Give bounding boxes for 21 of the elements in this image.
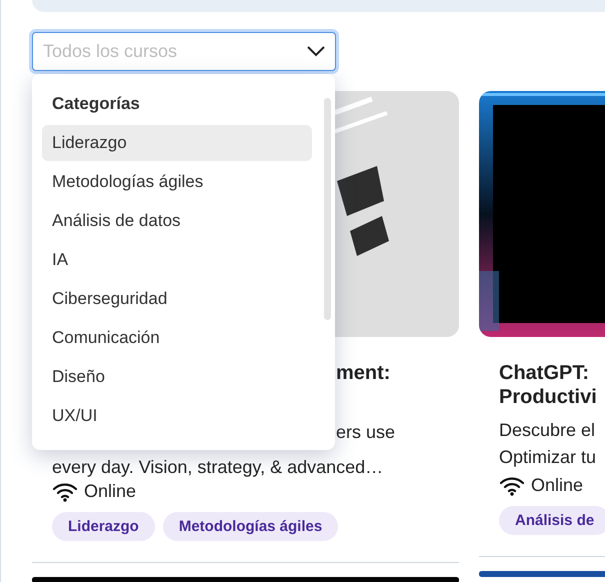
menu-item[interactable]: Liderazgo: [42, 125, 312, 161]
menu-item[interactable]: Diseño: [42, 359, 312, 395]
category-tag: Liderazgo: [52, 512, 155, 541]
mode-label: Online: [531, 475, 584, 496]
category-tag: Análisis de: [499, 506, 605, 535]
course-description: Descubre el: [499, 419, 596, 442]
course-title: ment:: [336, 361, 390, 385]
menu-item[interactable]: Metodologías ágiles: [42, 164, 312, 200]
course-title: Productivi: [499, 385, 597, 409]
course-description: every day. Vision, strategy, & advanced…: [52, 456, 384, 479]
menu-item[interactable]: IA: [42, 242, 312, 278]
course-description: Optimizar tu: [499, 446, 596, 469]
course-title: ChatGPT:: [499, 361, 589, 385]
menu-header: Categorías: [51, 93, 141, 115]
category-tag: Metodologías ágiles: [162, 512, 338, 541]
menu-item[interactable]: Ciberseguridad: [42, 281, 312, 317]
menu-item[interactable]: UX/UI: [42, 398, 312, 434]
menu-item[interactable]: Comunicación: [42, 320, 312, 356]
mode-label: Online: [84, 481, 136, 502]
menu-item[interactable]: Análisis de datos: [42, 203, 312, 239]
course-description: ers use: [336, 421, 396, 444]
